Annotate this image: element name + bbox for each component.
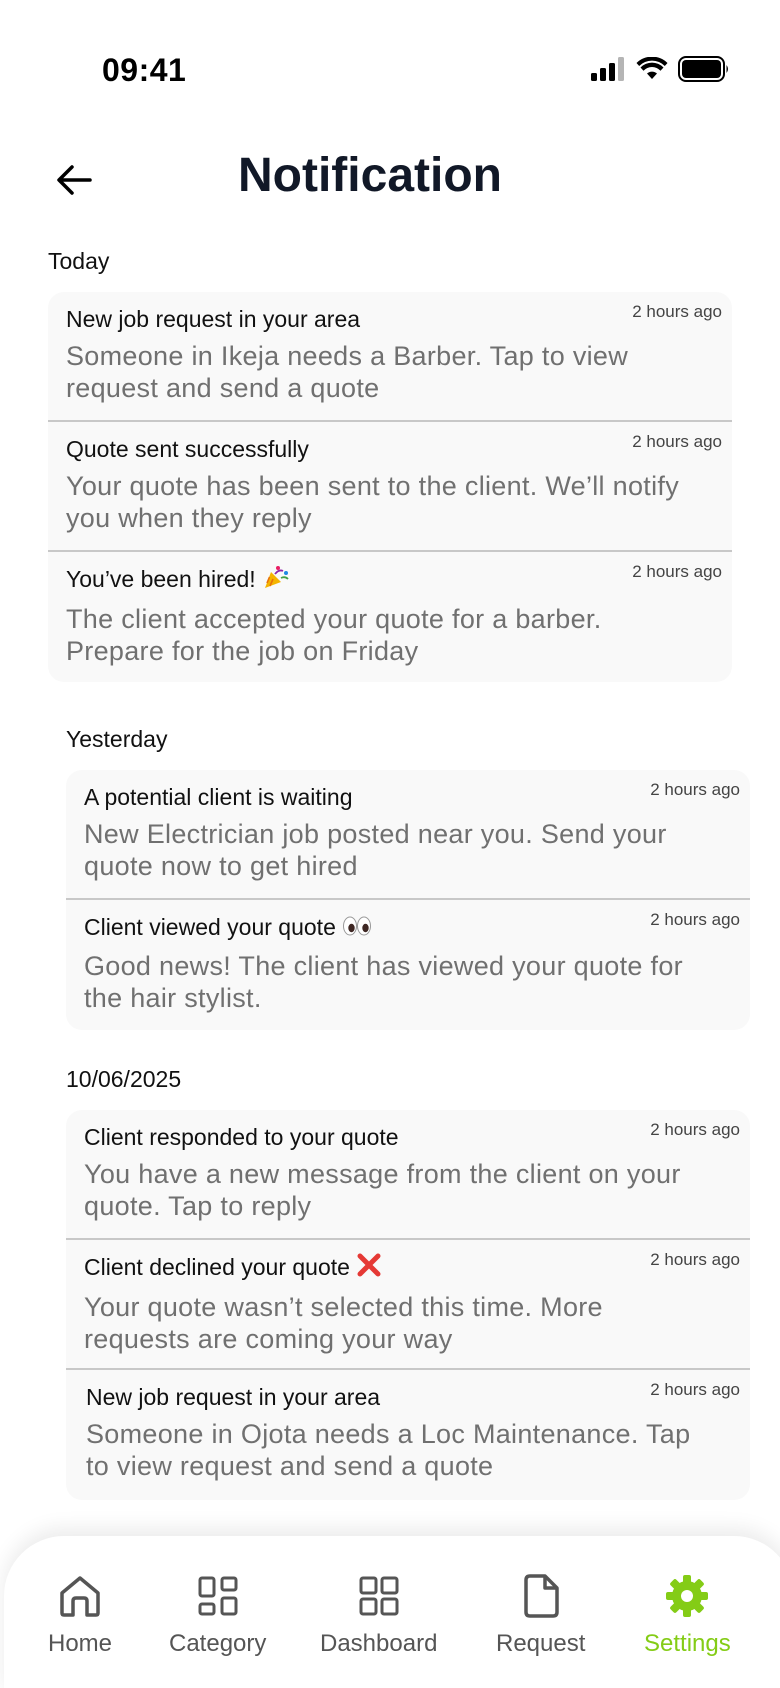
notification-item[interactable]: Client declined your quote 2 hours ago Y… bbox=[66, 1240, 750, 1370]
dashboard-icon bbox=[355, 1572, 403, 1620]
section-label-yesterday: Yesterday bbox=[66, 726, 168, 752]
nav-item-settings[interactable]: Settings bbox=[644, 1572, 731, 1658]
notification-body: Someone in Ojota needs a Loc Maintenance… bbox=[86, 1419, 691, 1481]
party-popper-icon bbox=[262, 564, 290, 597]
notification-time: 2 hours ago bbox=[650, 1120, 740, 1139]
nav-label: Request bbox=[496, 1630, 586, 1657]
notification-item[interactable]: New job request in your area 2 hours ago… bbox=[66, 1370, 750, 1500]
header: Notification bbox=[0, 140, 780, 220]
notification-body: Someone in Ikeja needs a Barber. Tap to … bbox=[66, 341, 629, 403]
notification-body: New Electrician job posted near you. Sen… bbox=[84, 819, 667, 881]
notification-body: Your quote has been sent to the client. … bbox=[66, 471, 679, 533]
notification-group-today: New job request in your area 2 hours ago… bbox=[48, 292, 732, 682]
cross-mark-icon bbox=[356, 1252, 382, 1285]
notification-body: The client accepted your quote for a bar… bbox=[66, 604, 602, 667]
nav-label: Category bbox=[169, 1630, 267, 1657]
notification-time: 2 hours ago bbox=[650, 780, 740, 799]
notification-item[interactable]: Client responded to your quote 2 hours a… bbox=[66, 1110, 750, 1240]
notification-group-date: Client responded to your quote 2 hours a… bbox=[66, 1110, 750, 1500]
notification-body: Good news! The client has viewed your qu… bbox=[84, 950, 683, 1013]
category-icon bbox=[194, 1572, 242, 1620]
notification-item[interactable]: You’ve been hired! 2 hours ago The clien… bbox=[48, 552, 732, 682]
status-icons bbox=[590, 56, 730, 82]
notification-group-yesterday: A potential client is waiting 2 hours ag… bbox=[66, 770, 750, 1030]
notification-title: Quote sent successfully bbox=[66, 436, 309, 462]
nav-item-dashboard[interactable]: Dashboard bbox=[320, 1572, 437, 1658]
notification-time: 2 hours ago bbox=[632, 432, 722, 451]
notification-time: 2 hours ago bbox=[632, 562, 722, 581]
notification-time: 2 hours ago bbox=[650, 1380, 740, 1399]
notification-title: Client responded to your quote bbox=[84, 1124, 399, 1150]
gear-icon bbox=[663, 1572, 711, 1620]
notification-item[interactable]: Quote sent successfully 2 hours ago Your… bbox=[48, 422, 732, 552]
home-icon bbox=[56, 1572, 104, 1620]
notification-item[interactable]: A potential client is waiting 2 hours ag… bbox=[66, 770, 750, 900]
notification-body: You have a new message from the client o… bbox=[84, 1159, 681, 1221]
eyes-icon bbox=[342, 914, 372, 944]
notification-title: New job request in your area bbox=[66, 306, 361, 332]
notification-title: A potential client is waiting bbox=[84, 784, 353, 810]
notification-time: 2 hours ago bbox=[650, 910, 740, 929]
notification-time: 2 hours ago bbox=[650, 1250, 740, 1269]
notification-body: Your quote wasn’t selected this time. Mo… bbox=[84, 1292, 603, 1355]
wifi-icon bbox=[636, 57, 668, 79]
battery-icon bbox=[678, 56, 728, 82]
notification-time: 2 hours ago bbox=[632, 302, 722, 321]
status-time: 09:41 bbox=[102, 52, 187, 88]
notification-title: You’ve been hired! bbox=[66, 564, 714, 597]
notification-title: Client declined your quote bbox=[84, 1252, 732, 1285]
page-title: Notification bbox=[238, 149, 502, 202]
status-bar: 09:41 bbox=[0, 0, 780, 130]
section-label-today: Today bbox=[48, 248, 110, 274]
nav-item-home[interactable]: Home bbox=[48, 1572, 112, 1658]
notification-item[interactable]: Client viewed your quote 2 hours ago Goo… bbox=[66, 900, 750, 1030]
nav-item-category[interactable]: Category bbox=[169, 1572, 266, 1658]
document-icon bbox=[517, 1572, 565, 1620]
nav-label: Dashboard bbox=[320, 1630, 438, 1657]
bottom-nav: Home Category Dashboard Request Settings bbox=[4, 1536, 780, 1688]
notification-item[interactable]: New job request in your area 2 hours ago… bbox=[48, 292, 732, 422]
notification-title: New job request in your area bbox=[86, 1384, 381, 1410]
nav-label: Home bbox=[48, 1630, 113, 1657]
nav-item-request[interactable]: Request bbox=[496, 1572, 585, 1658]
notification-title: Client viewed your quote bbox=[84, 912, 732, 944]
nav-label: Settings bbox=[644, 1630, 731, 1657]
section-label-date: 10/06/2025 bbox=[66, 1066, 182, 1092]
signal-icon bbox=[591, 57, 624, 81]
